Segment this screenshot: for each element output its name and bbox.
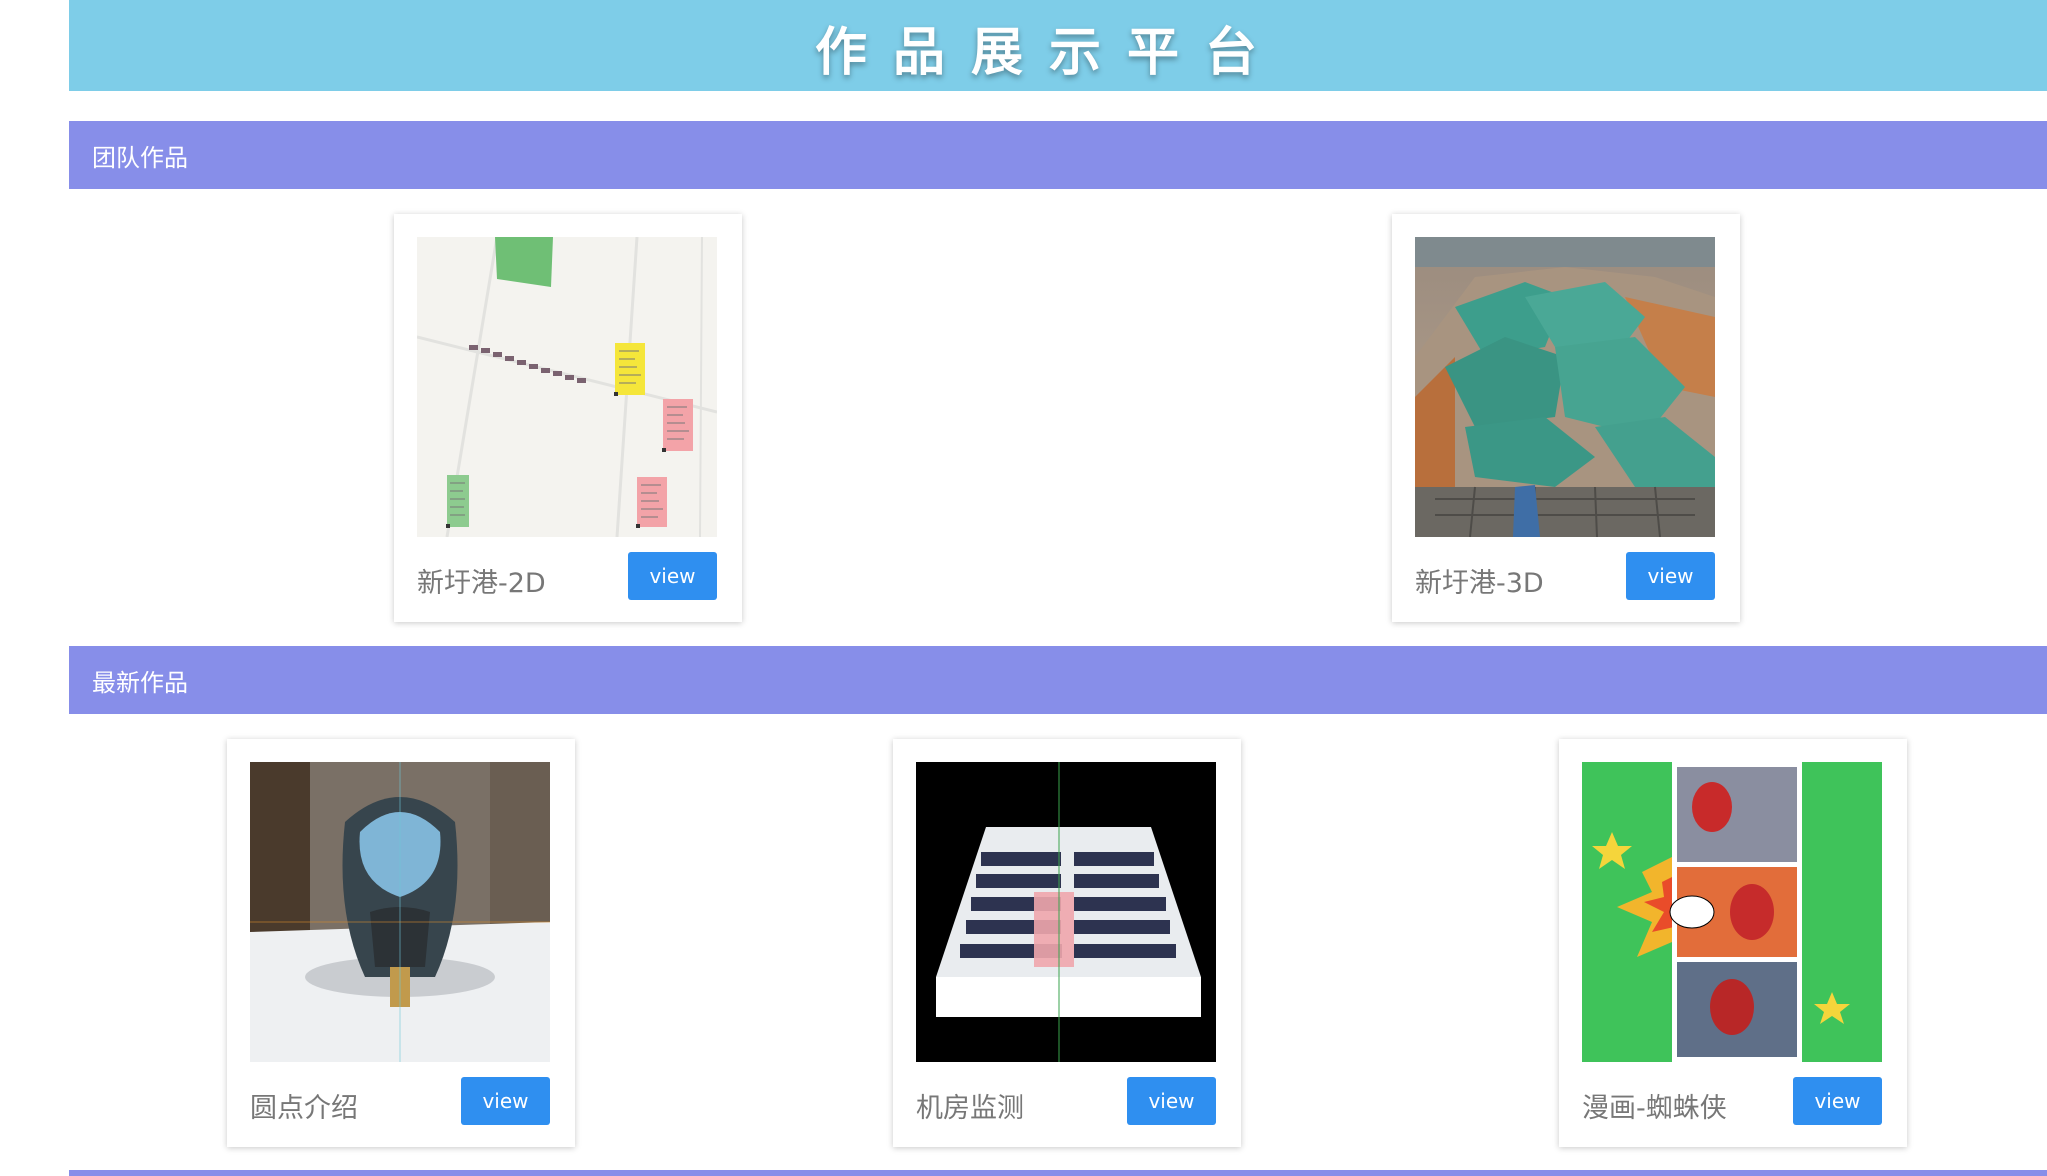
view-button[interactable]: view bbox=[1127, 1077, 1216, 1125]
work-title: 机房监测 bbox=[916, 1093, 1024, 1124]
work-title: 新圩港-2D bbox=[417, 568, 546, 599]
view-button[interactable]: view bbox=[1626, 552, 1715, 600]
view-button[interactable]: view bbox=[1793, 1077, 1882, 1125]
thumbnail-2d-map[interactable] bbox=[417, 237, 717, 537]
work-card-server-room: 机房监测 view bbox=[893, 739, 1241, 1147]
top-header: 作品展示平台 bbox=[69, 0, 2047, 91]
section-bar-latest: 最新作品 bbox=[69, 646, 2047, 714]
section-title-team: 团队作品 bbox=[92, 143, 188, 172]
work-title: 漫画-蜘蛛侠 bbox=[1582, 1093, 1727, 1124]
view-button[interactable]: view bbox=[461, 1077, 550, 1125]
thumbnail-helmet-model[interactable] bbox=[250, 762, 550, 1062]
work-card-xinxugang-3d: 新圩港-3D view bbox=[1392, 214, 1740, 622]
view-button[interactable]: view bbox=[628, 552, 717, 600]
section-bar-team: 团队作品 bbox=[69, 121, 2047, 189]
page: 作品展示平台 团队作品 新圩港-2D view 新圩港-3D view 最新作品… bbox=[69, 0, 2047, 1176]
section-bar-bottom bbox=[69, 1170, 2047, 1176]
work-card-xinxugang-2d: 新圩港-2D view bbox=[394, 214, 742, 622]
work-card-comic-spiderman: 漫画-蜘蛛侠 view bbox=[1559, 739, 1907, 1147]
page-title: 作品展示平台 bbox=[814, 23, 1283, 83]
work-card-dot-intro: 圆点介绍 view bbox=[227, 739, 575, 1147]
thumbnail-3d-terrain[interactable] bbox=[1415, 237, 1715, 537]
work-title: 圆点介绍 bbox=[250, 1093, 358, 1124]
thumbnail-server-room[interactable] bbox=[916, 762, 1216, 1062]
work-title: 新圩港-3D bbox=[1415, 568, 1544, 599]
section-title-latest: 最新作品 bbox=[92, 668, 188, 697]
thumbnail-comic-page[interactable] bbox=[1582, 762, 1882, 1062]
